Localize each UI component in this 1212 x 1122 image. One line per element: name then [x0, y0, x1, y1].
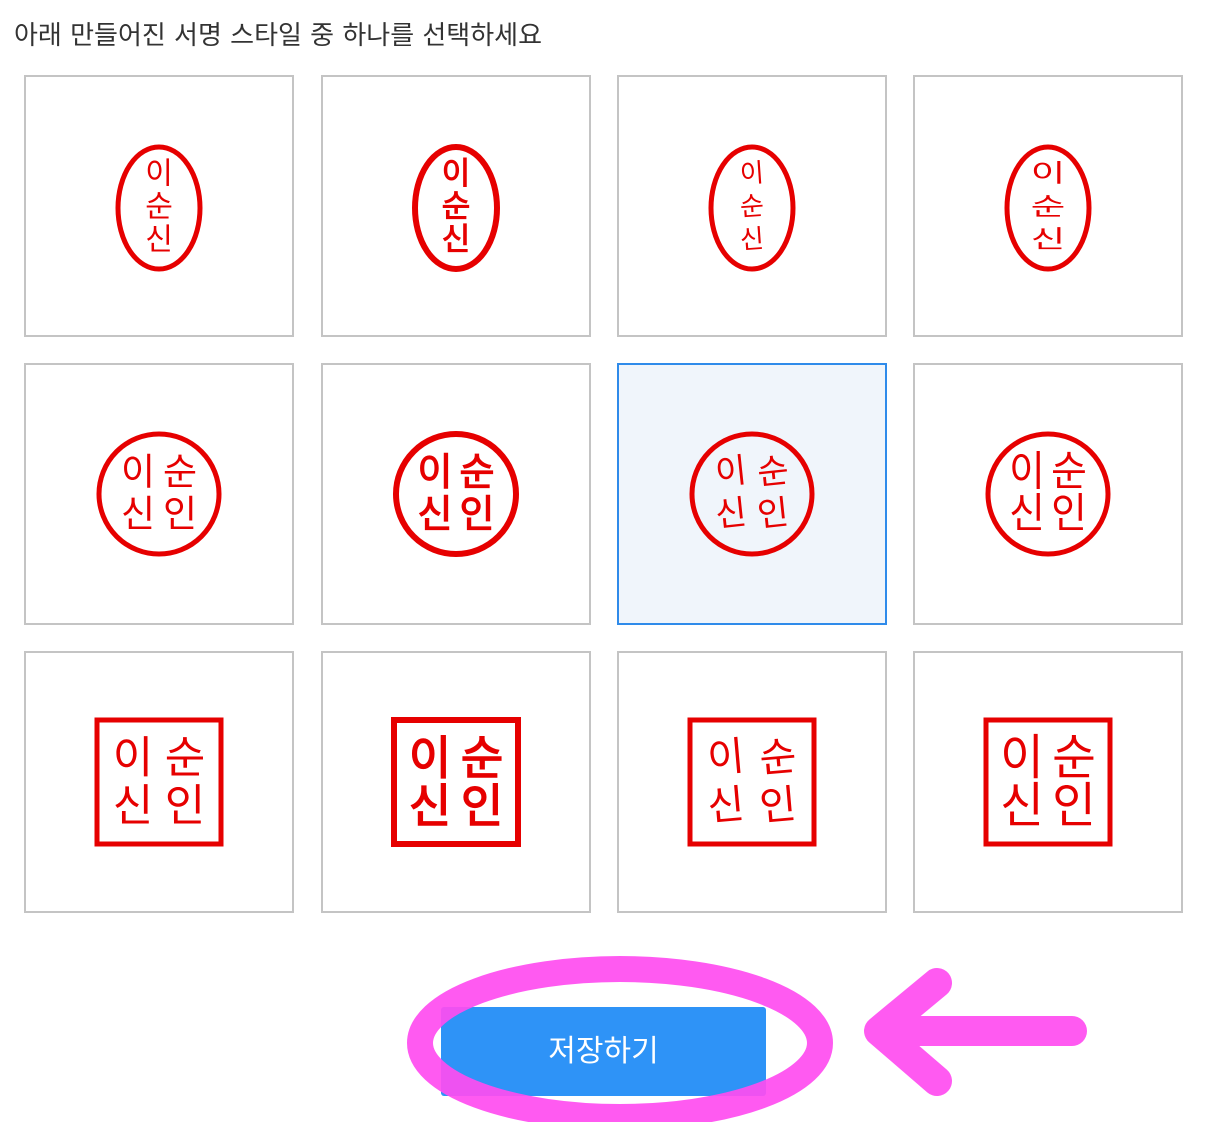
stamp-square-icon: 이 순신 인 — [983, 717, 1113, 847]
stamp-char: 이 — [713, 450, 748, 493]
save-button[interactable]: 저장하기 — [441, 1007, 766, 1096]
stamp-char: 신 — [442, 222, 471, 258]
stamp-option-square-brush[interactable]: 이순신인 — [617, 651, 887, 913]
stamp-char: 이 — [145, 157, 173, 192]
stamp-char: 인 — [758, 781, 799, 830]
stamp-char: 인 — [1051, 490, 1087, 537]
stamp-square-icon: 이 순신 인 — [391, 717, 521, 847]
stamp-char: 이 — [1031, 160, 1065, 188]
stamp-char: 인 — [1052, 778, 1096, 835]
stamp-option-oval-seal-script[interactable]: 이순신 — [913, 75, 1183, 337]
signature-style-page: 아래 만들어진 서명 스타일 중 하나를 선택하세요 이순신이순신이순신이순신이… — [0, 0, 1212, 1122]
stamp-char: 순 — [145, 190, 173, 225]
stamp-char: 이 — [113, 733, 153, 784]
stamp-square-icon: 이 순신 인 — [687, 717, 817, 847]
stamp-char: 신 — [145, 223, 173, 258]
stamp-char: 이 — [1009, 448, 1045, 495]
stamp-char: 순 — [1051, 448, 1087, 495]
stamp-char: 신 — [1031, 226, 1065, 254]
stamp-square-icon: 이 순신 인 — [94, 717, 224, 847]
stamp-char: 이 — [121, 451, 155, 494]
stamp-char: 신 — [706, 781, 747, 830]
stamp-char: 인 — [755, 492, 790, 535]
stamp-circle-icon: 이 순신 인 — [96, 431, 222, 557]
stamp-option-oval-brush[interactable]: 이순신 — [617, 75, 887, 337]
stamp-char: 순 — [739, 191, 765, 223]
stamp-option-square-seal-script[interactable]: 이순신인 — [913, 651, 1183, 913]
stamp-circle-icon: 이 순신 인 — [393, 431, 519, 557]
stamp-char: 이 — [706, 733, 747, 782]
stamp-char: 이 — [442, 156, 471, 192]
stamp-char: 신 — [113, 781, 153, 832]
stamp-oval-icon: 이순신 — [412, 144, 500, 272]
stamp-char: 순 — [461, 731, 503, 785]
stamp-oval-icon: 이순신 — [708, 144, 796, 272]
highlight-arrow-icon — [864, 968, 1087, 1096]
stamp-circle-icon: 이 순신 인 — [689, 431, 815, 557]
stamp-char: 신 — [739, 224, 765, 256]
stamp-char: 이 — [418, 450, 453, 494]
stamp-option-oval-regular[interactable]: 이순신 — [24, 75, 294, 337]
stamp-option-circle-seal-script[interactable]: 이순신인 — [913, 363, 1183, 625]
stamp-char: 신 — [418, 492, 453, 536]
stamp-char: 순 — [758, 733, 799, 782]
stamp-char: 이 — [409, 731, 451, 785]
stamp-char: 순 — [442, 189, 471, 225]
stamp-char: 순 — [163, 451, 197, 494]
stamp-char: 인 — [165, 781, 205, 832]
stamp-char: 신 — [1009, 490, 1045, 537]
stamp-option-circle-regular[interactable]: 이순신인 — [24, 363, 294, 625]
stamp-char: 순 — [165, 733, 205, 784]
stamp-char: 인 — [460, 492, 495, 536]
stamp-char: 이 — [739, 158, 765, 190]
stamp-oval-icon: 이순신 — [1004, 144, 1092, 272]
stamp-char: 인 — [461, 779, 503, 833]
stamp-char: 인 — [163, 493, 197, 536]
stamp-option-circle-brush[interactable]: 이순신인 — [617, 363, 887, 625]
stamp-oval-icon: 이순신 — [115, 144, 203, 272]
stamp-option-circle-bold[interactable]: 이순신인 — [321, 363, 591, 625]
stamp-char: 순 — [755, 450, 790, 493]
stamp-circle-icon: 이 순신 인 — [985, 431, 1111, 557]
stamp-char: 신 — [713, 492, 748, 535]
stamp-char: 신 — [409, 779, 451, 833]
stamp-char: 순 — [460, 450, 495, 494]
stamp-char: 신 — [1000, 778, 1044, 835]
stamp-char: 신 — [121, 493, 155, 536]
stamp-char: 순 — [1031, 193, 1065, 221]
stamp-option-square-regular[interactable]: 이순신인 — [24, 651, 294, 913]
stamp-option-square-bold[interactable]: 이순신인 — [321, 651, 591, 913]
instruction-text: 아래 만들어진 서명 스타일 중 하나를 선택하세요 — [14, 21, 542, 51]
stamp-option-oval-bold[interactable]: 이순신 — [321, 75, 591, 337]
